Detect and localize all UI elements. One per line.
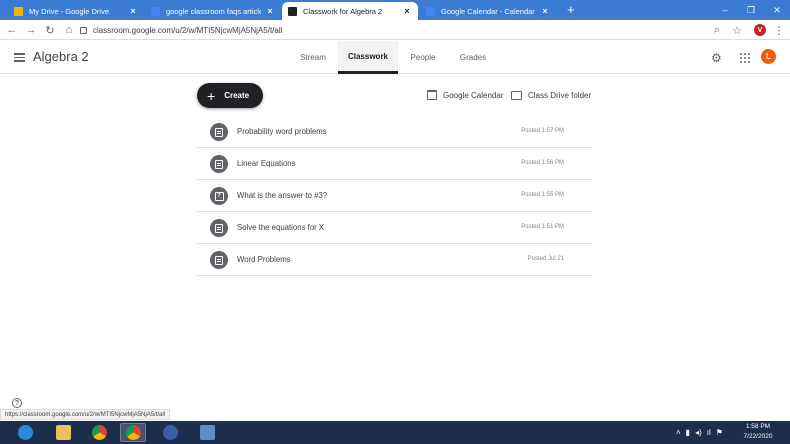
google-apps-icon[interactable] [740,53,750,63]
google-calendar-link[interactable]: Google Calendar [427,88,503,102]
assignment-title: Word Problems [237,255,291,264]
browser-toolbar: ← → ↻ ⌂ classroom.google.com/u/2/w/MTI5N… [0,20,790,40]
taskbar: ˄ ▮ ◂) ıl ⚑ 1:58 PM 7/22/2020 [0,421,790,444]
status-url-bar: https://classroom.google.com/u/2/w/MTI5N… [0,409,171,420]
list-item[interactable]: Linear Equations Posted 1:56 PM [197,148,592,180]
close-tab-icon[interactable]: × [265,6,275,16]
reload-icon[interactable]: ↻ [43,23,57,37]
assignment-icon [210,219,228,237]
folder-icon [511,90,522,100]
chevron-up-icon[interactable]: ˄ [676,428,681,437]
media-player-icon[interactable] [157,423,183,442]
browser-tab-drive[interactable]: My Drive - Google Drive × [8,2,144,20]
close-tab-icon[interactable]: × [128,6,138,16]
assignment-icon [210,251,228,269]
signal-icon[interactable]: ıl [707,428,711,437]
remote-desktop-icon[interactable] [194,423,220,442]
assignment-icon [210,155,228,173]
user-avatar[interactable]: L [761,49,776,64]
browser-tab-calendar[interactable]: Google Calendar - Calendar setti × [420,2,556,20]
assignment-title: Probability word problems [237,127,327,136]
internet-explorer-icon[interactable] [12,423,38,442]
browser-menu-icon[interactable]: ⋮ [772,23,786,37]
assignment-title: Linear Equations [237,159,296,168]
google-docs-icon [151,6,160,16]
back-icon[interactable]: ← [5,23,19,37]
clock-time: 1:58 PM [745,423,771,430]
browser-profile-avatar[interactable]: V [754,24,766,36]
list-item[interactable]: Word Problems Posted Jul 21 [197,244,592,276]
file-explorer-icon[interactable] [50,423,76,442]
chrome-icon[interactable] [86,423,112,442]
assignment-title: What is the answer to #3? [237,191,328,200]
browser-tab-strip: My Drive - Google Drive × google classro… [0,0,790,20]
assignment-icon [210,123,228,141]
classwork-list: Probability word problems Posted 1:57 PM… [197,116,592,276]
forward-icon[interactable]: → [24,23,38,37]
classroom-header: Algebra 2 Stream Classwork People Grades… [0,41,790,74]
gear-icon[interactable]: ⚙ [711,52,723,64]
browser-tab-docs[interactable]: google classroom faqs article.do × [145,2,281,20]
posted-time: Posted 1:51 PM [521,224,564,230]
address-bar[interactable]: classroom.google.com/u/2/w/MTI5NjcwMjA5N… [80,22,700,38]
taskbar-clock[interactable]: 1:58 PM 7/22/2020 [728,422,788,442]
browser-tab-classroom[interactable]: Classwork for Algebra 2 × [282,2,418,20]
posted-time: Posted 1:57 PM [521,128,564,134]
volume-icon[interactable]: ◂) [695,428,702,437]
tab-classwork[interactable]: Classwork [338,41,398,74]
chrome-profile-icon[interactable] [120,423,146,442]
posted-time: Posted 1:55 PM [521,192,564,198]
calendar-icon [427,90,437,100]
main-menu-icon[interactable] [14,53,25,62]
bookmark-star-icon[interactable]: ☆ [730,23,744,37]
class-title[interactable]: Algebra 2 [33,49,89,64]
window-close-icon[interactable]: ✕ [764,0,790,20]
url-text: classroom.google.com/u/2/w/MTI5NjcwMjA5N… [93,25,283,35]
new-tab-icon[interactable]: + [567,2,575,18]
lock-icon [80,26,87,34]
minimize-icon[interactable]: – [712,0,738,20]
question-icon: ? [210,187,228,205]
plus-icon: + [207,87,216,104]
assignment-title: Solve the equations for X [237,223,325,232]
posted-time: Posted 1:56 PM [521,160,564,166]
list-item[interactable]: Probability word problems Posted 1:57 PM [197,116,592,148]
system-tray: ˄ ▮ ◂) ıl ⚑ [676,426,723,438]
help-icon[interactable]: ? [12,398,22,408]
home-icon[interactable]: ⌂ [62,23,76,37]
create-button[interactable]: + Create [197,83,263,108]
flag-icon[interactable]: ⚑ [716,428,723,437]
clock-date: 7/22/2020 [743,433,773,440]
network-icon[interactable]: ▮ [686,428,690,437]
zoom-search-icon[interactable]: ⌕ [710,23,724,37]
google-classroom-icon [288,6,297,16]
list-item[interactable]: Solve the equations for X Posted 1:51 PM [197,212,592,244]
google-calendar-icon [426,6,435,16]
list-item[interactable]: ? What is the answer to #3? Posted 1:55 … [197,180,592,212]
restore-icon[interactable]: ❐ [738,0,764,20]
close-tab-icon[interactable]: × [402,6,412,16]
close-tab-icon[interactable]: × [540,6,550,16]
class-drive-folder-link[interactable]: Class Drive folder [511,88,591,102]
tab-grades[interactable]: Grades [450,41,496,74]
tab-stream[interactable]: Stream [290,41,336,74]
tab-people[interactable]: People [400,41,446,74]
google-drive-icon [14,6,23,16]
posted-time: Posted Jul 21 [527,256,564,262]
